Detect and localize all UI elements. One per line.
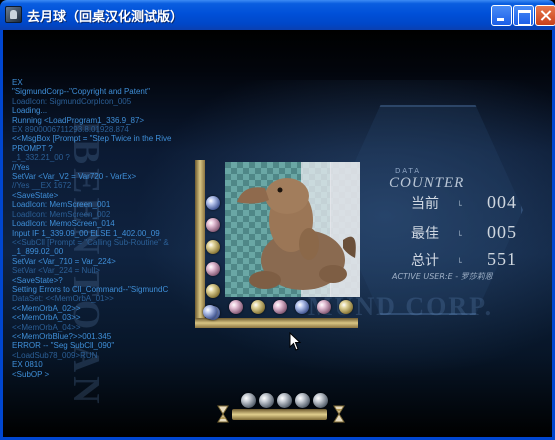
marble-gold[interactable]: [206, 240, 220, 254]
log-line: <LoadSub78_009>RUN: [12, 350, 98, 360]
log-line: Setting Errors to Cll_Command--"SigmundC: [12, 284, 169, 294]
log-line: _1_899.02_00: [12, 247, 64, 257]
log-line: EX 0810: [12, 360, 43, 370]
log-line: <<MemOrbA_03>>: [12, 313, 81, 323]
log-line: ERROR -- "Seg SubCll_090": [12, 341, 115, 351]
log-line: //Yes __EX 1672: [12, 181, 72, 191]
log-line: <<MemOrbA_02>>: [12, 303, 81, 313]
code-log: EX "SigmundCorp--"Copyright and Patent" Lo…: [12, 78, 184, 413]
mouse-cursor-icon: [289, 332, 301, 351]
log-line: LoadIcon: MemScreen_002: [12, 209, 111, 219]
title-bar[interactable]: 去月球（回桌汉化测试版）: [0, 0, 555, 30]
log-line: <<MsgBox [Prompt = "Step Twice in the Ri…: [12, 134, 172, 144]
log-line: SetVar <Var_224 = Null>: [12, 266, 100, 276]
timer-marble: [259, 393, 274, 408]
log-line: <SaveState>?: [12, 275, 63, 285]
log-line: _1_332.21_00 ?: [12, 153, 70, 163]
log-line: EX: [12, 78, 23, 87]
marble-pink[interactable]: [206, 262, 220, 276]
log-line: <SaveState>: [12, 190, 59, 200]
counter-row-label: 最佳: [411, 226, 439, 242]
counter-row-value: 005: [487, 222, 517, 242]
minimize-button[interactable]: [491, 5, 512, 26]
log-line: DataSet: <<MemOrbA_01>>: [12, 294, 114, 304]
log-line: <<MemOrbA_04>>: [12, 322, 81, 332]
counter-row-value: 004: [487, 192, 517, 212]
puzzle-board[interactable]: [225, 162, 360, 297]
marble-pink[interactable]: [317, 300, 331, 314]
marble-blue[interactable]: [295, 300, 309, 314]
counter-row-label: 总计: [411, 253, 439, 269]
counter-row-label: 当前: [411, 196, 439, 212]
app-icon[interactable]: [5, 6, 22, 23]
log-line: Loading...: [12, 106, 48, 116]
log-line: <<SubCll [Prompt = "Calling Sub-Routine"…: [12, 237, 169, 247]
window-title: 去月球（回桌汉化测试版）: [27, 10, 184, 25]
board-frame-bottom: [195, 318, 358, 328]
marble-pink[interactable]: [273, 300, 287, 314]
log-line: <<MemOrbBlue?>>001.345: [12, 331, 112, 341]
counter-bracket-icon: └: [457, 258, 462, 267]
marble-pink[interactable]: [206, 218, 220, 232]
counter-title: COUNTER: [389, 175, 465, 191]
log-line: "SigmundCorp--"Copyright and Patent": [12, 87, 150, 97]
board-frame-left: [195, 160, 205, 328]
marble-blue[interactable]: [203, 305, 217, 319]
active-user-label: ACTIVE USER:E - 罗莎莉恩: [392, 272, 493, 281]
log-line: LoadIcon: SigmundCorpIcon_005: [12, 96, 132, 106]
log-line: Input IF 1_339.09_00 ELSE 1_402.00_09: [12, 228, 160, 238]
hourglass-icon: [333, 405, 345, 423]
counter-data-label: DATA: [395, 167, 422, 175]
timer-marble: [313, 393, 328, 408]
timer-marble: [295, 393, 310, 408]
marble-gold[interactable]: [251, 300, 265, 314]
log-line: EX 8900006711293.8.01928.874: [12, 125, 129, 135]
marble-blue[interactable]: [206, 196, 220, 210]
platypus-plush-image: [237, 178, 356, 290]
log-line: Running <LoadProgram1_336.9_87>: [12, 115, 145, 125]
log-line: //Yes: [12, 162, 30, 172]
close-button[interactable]: [535, 5, 555, 26]
log-line: SetVar <Var_V2 = Var720 - VarEx>: [12, 172, 137, 182]
timer-bar: [232, 409, 327, 420]
log-line: <SubOP >: [12, 369, 50, 379]
marble-gold[interactable]: [339, 300, 353, 314]
counter-bracket-icon: └: [457, 201, 462, 210]
log-line: PROMPT ?: [12, 143, 53, 153]
counter-row-value: 551: [487, 249, 517, 269]
marble-pink[interactable]: [229, 300, 243, 314]
hourglass-icon: [217, 405, 229, 423]
log-line: SetVar <Var_710 = Var_224>: [12, 256, 116, 266]
timer-marble: [277, 393, 292, 408]
log-line: LoadIcon: MemScreen_001: [12, 200, 111, 210]
log-line: LoadIcon: MemoScreen_014: [12, 219, 115, 229]
maximize-button[interactable]: [513, 5, 534, 26]
timer-marble: [241, 393, 256, 408]
marble-gold[interactable]: [206, 284, 220, 298]
counter-bracket-icon: └: [457, 231, 462, 240]
